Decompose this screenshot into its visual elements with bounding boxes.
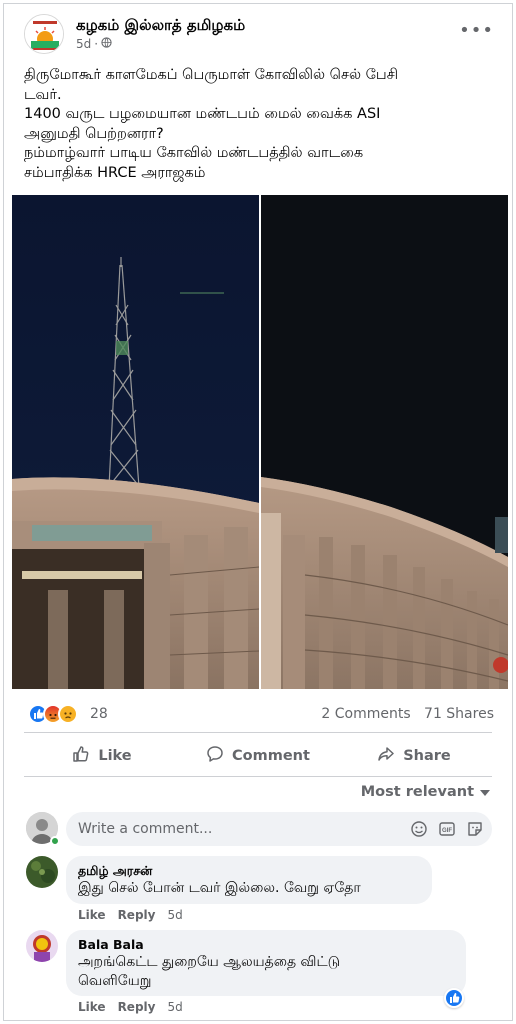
reaction-icons[interactable] [28, 704, 78, 724]
comment-sort-dropdown[interactable]: Most relevant [361, 784, 490, 800]
commenter-avatar[interactable] [26, 856, 58, 888]
svg-text:GIF: GIF [442, 828, 452, 834]
sort-label: Most relevant [360, 784, 474, 800]
caret-down-icon [480, 784, 490, 800]
divider [24, 776, 492, 777]
online-status-dot [50, 836, 60, 846]
comment-reply-button[interactable]: Reply [118, 1000, 156, 1014]
post-actions: Like Comment Share [24, 740, 492, 772]
post-meta: 5d · [76, 37, 112, 51]
post-line: 1400 வருட பழமையான மண்டபம் மைல் வைக்க ASI [24, 106, 381, 122]
like-button[interactable]: Like [24, 740, 180, 772]
ellipsis-icon[interactable]: ••• [459, 20, 494, 41]
comments-count[interactable]: 2 Comments [321, 706, 410, 722]
comment-time[interactable]: 5d [167, 908, 182, 922]
comment-reply-button[interactable]: Reply [118, 908, 156, 922]
post-line: திருமோகூர் காளமேகப் பெருமாள் கோவிலில் செ… [24, 67, 399, 83]
comment-button[interactable]: Comment [180, 740, 336, 772]
comment-share-counts: 2 Comments 71 Shares [321, 706, 494, 722]
post-photo-temple[interactable] [261, 195, 508, 689]
share-label: Share [403, 748, 451, 764]
post-photo-tower[interactable] [12, 195, 259, 689]
comment-placeholder: Write a comment... [78, 821, 213, 837]
comment-text: அறங்கெட்ட துறையே ஆலயத்தை விட்டு வெளியேறு [78, 954, 341, 989]
post-time[interactable]: 5d [76, 37, 91, 51]
comment-like-badge[interactable] [444, 988, 464, 1008]
comment-label: Comment [232, 748, 310, 764]
globe-icon [101, 37, 112, 51]
reactions-bar[interactable]: 28 2 Comments 71 Shares [28, 704, 494, 726]
comment-author[interactable]: Bala Bala [78, 937, 454, 953]
shares-count[interactable]: 71 Shares [424, 706, 494, 722]
post-line: அனுமதி பெற்றனரா? [24, 125, 164, 142]
comment-like-button[interactable]: Like [78, 1000, 106, 1014]
comment-actions: Like Reply 5d [78, 908, 183, 922]
post-line: நம்மாழ்வார் பாடிய கோவில் மண்டபத்தில் வாட… [24, 145, 364, 161]
divider [24, 732, 492, 733]
page-avatar[interactable] [24, 14, 64, 54]
sticker-icon[interactable] [466, 820, 484, 838]
comment-bubble: Bala Bala அறங்கெட்ட துறையே ஆலயத்தை விட்ட… [66, 930, 466, 996]
reaction-count[interactable]: 28 [90, 706, 108, 722]
comment-text: இது செல் போன் டவர் இல்லை. வேறு ஏதோ [78, 880, 361, 896]
post-line: சம்பாதிக்க HRCE அராஜகம் [24, 164, 206, 181]
emoji-icon[interactable] [410, 820, 428, 838]
like-label: Like [98, 748, 132, 764]
post-header: கழகம் இல்லாத் தமிழகம் 5d · ••• [24, 12, 494, 56]
comment-actions: Like Reply 5d [78, 1000, 183, 1014]
commenter-avatar[interactable] [26, 930, 58, 962]
comment-author[interactable]: தமிழ் அரசன் [78, 863, 420, 879]
share-icon [377, 745, 395, 767]
comment-like-button[interactable]: Like [78, 908, 106, 922]
comment-input[interactable]: Write a comment... GIF [66, 812, 492, 846]
post-line: டவர். [24, 86, 62, 103]
comment-bubble: தமிழ் அரசன் இது செல் போன் டவர் இல்லை. வே… [66, 856, 432, 904]
thumbs-up-icon [72, 745, 90, 767]
post-text: திருமோகூர் காளமேகப் பெருமாள் கோவிலில் செ… [24, 66, 494, 183]
composer-icons: GIF [410, 820, 484, 838]
gif-icon[interactable]: GIF [438, 820, 456, 838]
comment-time[interactable]: 5d [167, 1000, 182, 1014]
share-button[interactable]: Share [336, 740, 492, 772]
sad-icon [58, 704, 78, 724]
page-name[interactable]: கழகம் இல்லாத் தமிழகம் [76, 16, 245, 36]
comment-icon [206, 745, 224, 767]
